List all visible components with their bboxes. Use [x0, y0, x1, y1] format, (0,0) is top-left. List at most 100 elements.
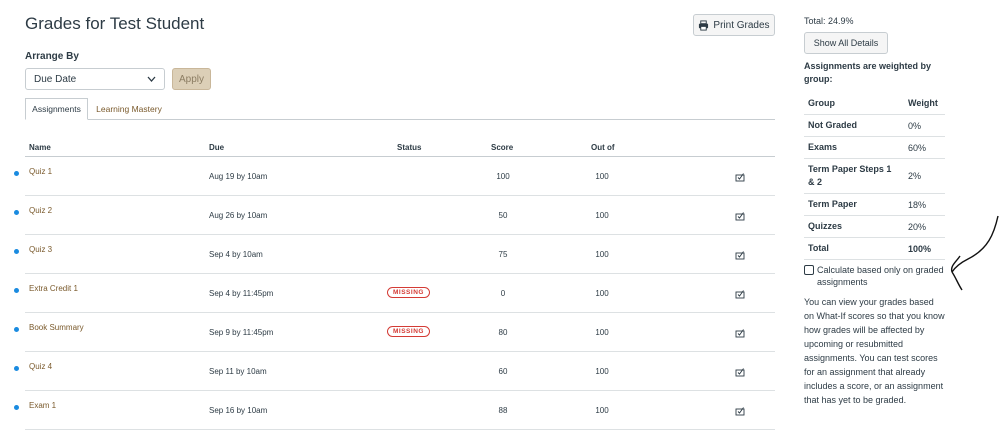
missing-badge: MISSING	[387, 287, 430, 298]
weight-value: 60%	[904, 136, 945, 159]
score-value: 0	[500, 289, 506, 298]
table-header: Name Due Status Score Out of	[25, 141, 775, 157]
table-row: Quiz 1 Aug 19 by 10am 100 100	[14, 157, 775, 196]
what-if-info: You can view your grades based on What-I…	[804, 297, 945, 405]
out-of-value: 100	[595, 367, 609, 376]
score-value: 50	[498, 211, 508, 220]
out-of-value: 100	[595, 172, 609, 181]
weights-row: Not Graded 0%	[804, 114, 945, 137]
out-of-value: 100	[595, 289, 609, 298]
weight-group: Total	[804, 237, 904, 260]
assignment-link[interactable]: Exam 1	[29, 401, 56, 410]
weights-row: Total 100%	[804, 237, 945, 260]
header-score: Score	[491, 143, 514, 152]
calc-label: Calculate based only on graded assignmen…	[817, 265, 944, 287]
weights-row: Exams 60%	[804, 136, 945, 159]
unread-dot-icon	[14, 288, 19, 293]
score-value: 80	[498, 328, 508, 337]
rubric-icon[interactable]	[735, 211, 745, 221]
unread-dot-icon	[14, 366, 19, 371]
due-date: Aug 19 by 10am	[209, 172, 268, 181]
score-value: 88	[498, 406, 508, 415]
weights-header-group: Group	[808, 98, 835, 108]
weights-header-weight: Weight	[908, 98, 938, 108]
assignment-link[interactable]: Quiz 1	[29, 167, 52, 176]
weight-value: 20%	[904, 215, 945, 238]
annotation-arrow-icon	[950, 215, 999, 291]
arrange-by-label: Arrange By	[25, 51, 79, 62]
due-date: Aug 26 by 10am	[209, 211, 268, 220]
due-date: Sep 9 by 11:45pm	[209, 328, 274, 337]
weight-group: Term Paper Steps 1 & 2	[804, 158, 904, 194]
due-date: Sep 4 by 10am	[209, 250, 263, 259]
apply-button[interactable]: Apply	[172, 68, 211, 90]
grades-table: Name Due Status Score Out of Quiz 1 Aug 1…	[14, 141, 775, 430]
score-value: 100	[496, 172, 510, 181]
due-date: Sep 4 by 11:45pm	[209, 289, 274, 298]
printer-icon	[699, 19, 709, 31]
weights-row: Term Paper 18%	[804, 193, 945, 216]
rubric-icon[interactable]	[735, 328, 745, 338]
table-row: Book Summary Sep 9 by 11:45pm MISSING 80 100	[14, 313, 775, 352]
due-date: Sep 16 by 10am	[209, 406, 268, 415]
print-grades-label: Print Grades	[713, 19, 770, 31]
score-value: 60	[498, 367, 508, 376]
weight-value: 18%	[904, 193, 945, 216]
tab-assignments[interactable]: Assignments	[25, 98, 88, 120]
header-out-of: Out of	[591, 143, 615, 152]
weight-group: Quizzes	[804, 215, 904, 238]
table-row: Quiz 2 Aug 26 by 10am 50 100	[14, 196, 775, 235]
rubric-icon[interactable]	[735, 172, 745, 182]
assignment-link[interactable]: Book Summary	[29, 323, 84, 332]
score-value: 75	[498, 250, 508, 259]
weight-value: 100%	[904, 237, 945, 260]
unread-dot-icon	[14, 210, 19, 215]
out-of-value: 100	[595, 250, 609, 259]
unread-dot-icon	[14, 171, 19, 176]
print-grades-button[interactable]: Print Grades	[693, 14, 775, 36]
out-of-value: 100	[595, 211, 609, 220]
rubric-icon[interactable]	[735, 367, 745, 377]
header-due: Due	[209, 143, 225, 152]
weight-group: Term Paper	[804, 193, 904, 216]
calc-graded-only[interactable]: Calculate based only on graded assignmen…	[804, 264, 949, 288]
due-date: Sep 11 by 10am	[209, 367, 267, 376]
unread-dot-icon	[14, 405, 19, 410]
weight-value: 0%	[904, 114, 945, 137]
grade-tabs: Assignments Learning Mastery	[25, 98, 775, 120]
missing-badge: MISSING	[387, 326, 430, 337]
assignment-link[interactable]: Quiz 4	[29, 362, 52, 371]
rubric-icon[interactable]	[735, 250, 745, 260]
table-row: Quiz 4 Sep 11 by 10am 60 100	[14, 352, 775, 391]
assignment-link[interactable]: Quiz 3	[29, 245, 52, 254]
weights-header: Group Weight	[804, 92, 945, 115]
weights-row: Term Paper Steps 1 & 2 2%	[804, 158, 945, 194]
table-row: Exam 1 Sep 16 by 10am 88 100	[14, 391, 775, 430]
total-grade: Total: 24.9%	[804, 16, 854, 26]
weighted-heading: Assignments are weighted by group:	[804, 61, 932, 84]
out-of-value: 100	[595, 406, 609, 415]
arrange-by-select[interactable]: Due Date	[25, 68, 165, 90]
table-row: Quiz 3 Sep 4 by 10am 75 100	[14, 235, 775, 274]
assignment-link[interactable]: Extra Credit 1	[29, 284, 78, 293]
arrange-by-value: Due Date	[34, 73, 77, 85]
header-name: Name	[29, 143, 51, 152]
unread-dot-icon	[14, 327, 19, 332]
rubric-icon[interactable]	[735, 406, 745, 416]
tab-learning-mastery[interactable]: Learning Mastery	[91, 98, 167, 119]
out-of-value: 100	[595, 328, 609, 337]
show-all-details-button[interactable]: Show All Details	[804, 32, 888, 54]
header-status: Status	[397, 143, 422, 152]
weight-group: Not Graded	[804, 114, 904, 137]
calc-checkbox[interactable]	[804, 265, 814, 275]
weights-table: Group Weight Not Graded 0% Exams 60% Term Pa…	[804, 92, 945, 260]
table-row: Extra Credit 1 Sep 4 by 11:45pm MISSING 0 10…	[14, 274, 775, 313]
assignment-link[interactable]: Quiz 2	[29, 206, 52, 215]
weight-group: Exams	[804, 136, 904, 159]
page-title: Grades for Test Student	[25, 14, 205, 33]
rubric-icon[interactable]	[735, 289, 745, 299]
weights-row: Quizzes 20%	[804, 215, 945, 238]
unread-dot-icon	[14, 249, 19, 254]
weight-value: 2%	[904, 158, 945, 194]
chevron-down-icon	[147, 76, 156, 82]
